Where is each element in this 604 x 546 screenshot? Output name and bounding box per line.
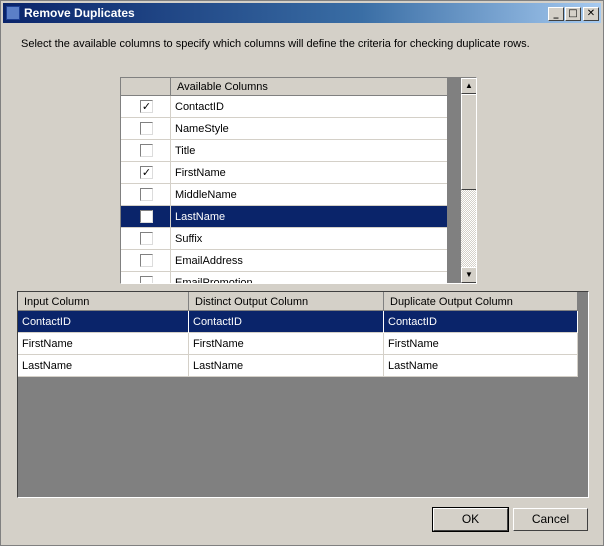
checkbox-cell bbox=[121, 184, 171, 205]
checkbox-cell bbox=[121, 118, 171, 139]
column-checkbox[interactable] bbox=[140, 188, 153, 201]
available-column-row[interactable]: Suffix bbox=[121, 228, 447, 250]
column-name: EmailAddress bbox=[175, 255, 243, 267]
column-checkbox[interactable]: ✓ bbox=[140, 100, 153, 113]
maximize-button[interactable]: □ bbox=[565, 7, 581, 21]
cell-text: FirstName bbox=[193, 338, 244, 350]
distinct-output-cell[interactable]: LastName bbox=[189, 355, 384, 377]
column-name: Suffix bbox=[175, 233, 203, 245]
column-name: LastName bbox=[175, 211, 226, 223]
column-name: ContactID bbox=[175, 101, 224, 113]
header-input-column-label: Input Column bbox=[24, 296, 90, 308]
input-column-cell[interactable]: FirstName bbox=[18, 333, 189, 355]
cell-text: ContactID bbox=[388, 316, 437, 328]
close-button[interactable]: ✕ bbox=[583, 7, 599, 21]
checkbox-cell: ✓ bbox=[121, 206, 171, 227]
checkbox-cell: ✓ bbox=[121, 162, 171, 183]
minimize-button[interactable]: _ bbox=[548, 7, 564, 21]
column-checkbox[interactable] bbox=[140, 254, 153, 267]
available-column-row[interactable]: MiddleName bbox=[121, 184, 447, 206]
cell-text: LastName bbox=[388, 360, 439, 372]
column-name: MiddleName bbox=[175, 189, 237, 201]
app-icon bbox=[6, 6, 20, 20]
column-checkbox[interactable]: ✓ bbox=[140, 166, 153, 179]
cell-text: ContactID bbox=[193, 316, 242, 328]
available-columns-list: ✓ ContactID NameStyle Title ✓ FirstName Middle… bbox=[121, 96, 447, 284]
scroll-up-icon[interactable]: ▲ bbox=[461, 78, 476, 94]
column-checkbox[interactable] bbox=[140, 232, 153, 245]
available-column-row[interactable]: Title bbox=[121, 140, 447, 162]
available-column-row[interactable]: EmailAddress bbox=[121, 250, 447, 272]
column-checkbox[interactable] bbox=[140, 276, 153, 283]
column-checkbox[interactable]: ✓ bbox=[140, 210, 153, 223]
scroll-thumb[interactable] bbox=[461, 94, 476, 190]
scroll-down-icon[interactable]: ▼ bbox=[461, 267, 476, 283]
header-duplicate-output-column-label: Duplicate Output Column bbox=[390, 296, 513, 308]
duplicate-output-cell[interactable]: LastName bbox=[384, 355, 578, 377]
cell-text: LastName bbox=[22, 360, 73, 372]
output-columns-grid: Input Column Distinct Output Column Dupl… bbox=[17, 291, 589, 498]
available-column-row[interactable]: ✓ ContactID bbox=[121, 96, 447, 118]
checkbox-column-header bbox=[121, 78, 171, 96]
cell-text: FirstName bbox=[388, 338, 439, 350]
cancel-button[interactable]: Cancel bbox=[513, 508, 588, 531]
ok-button[interactable]: OK bbox=[432, 507, 509, 532]
instructions-text: Select the available columns to specify … bbox=[21, 38, 530, 50]
input-column-cell[interactable]: ContactID bbox=[18, 311, 189, 333]
column-name: NameStyle bbox=[175, 123, 229, 135]
header-distinct-output-column[interactable]: Distinct Output Column bbox=[189, 292, 384, 311]
available-column-row[interactable]: NameStyle bbox=[121, 118, 447, 140]
column-name: Title bbox=[175, 145, 196, 157]
header-distinct-output-column-label: Distinct Output Column bbox=[195, 296, 309, 308]
available-column-row[interactable]: ✓ FirstName bbox=[121, 162, 447, 184]
header-input-column[interactable]: Input Column bbox=[18, 292, 189, 311]
window-title: Remove Duplicates bbox=[24, 6, 135, 20]
column-checkbox[interactable] bbox=[140, 144, 153, 157]
column-name: FirstName bbox=[175, 167, 226, 179]
grid-empty-area bbox=[447, 78, 461, 283]
available-columns-grid: Available Columns ✓ ContactID NameStyle Tit… bbox=[120, 77, 477, 284]
available-column-row[interactable]: EmailPromotion bbox=[121, 272, 447, 284]
output-grid-row[interactable]: LastName LastName LastName bbox=[18, 355, 578, 377]
cell-text: ContactID bbox=[22, 316, 71, 328]
available-columns-header-label: Available Columns bbox=[177, 81, 268, 93]
output-grid-header: Input Column Distinct Output Column Dupl… bbox=[18, 292, 578, 311]
cell-text: LastName bbox=[193, 360, 244, 372]
output-grid-row[interactable]: FirstName FirstName FirstName bbox=[18, 333, 578, 355]
header-duplicate-output-column[interactable]: Duplicate Output Column bbox=[384, 292, 578, 311]
checkbox-cell bbox=[121, 228, 171, 249]
column-checkbox[interactable] bbox=[140, 122, 153, 135]
checkbox-cell bbox=[121, 250, 171, 271]
cell-text: FirstName bbox=[22, 338, 73, 350]
duplicate-output-cell[interactable]: FirstName bbox=[384, 333, 578, 355]
column-name: EmailPromotion bbox=[175, 277, 253, 284]
output-grid-rows: ContactID ContactID ContactID FirstName Firs… bbox=[18, 311, 578, 377]
available-columns-header: Available Columns bbox=[121, 78, 461, 96]
checkbox-cell bbox=[121, 140, 171, 161]
distinct-output-cell[interactable]: ContactID bbox=[189, 311, 384, 333]
checkbox-cell bbox=[121, 272, 171, 283]
vertical-scrollbar[interactable]: ▲ ▼ bbox=[461, 78, 476, 283]
duplicate-output-cell[interactable]: ContactID bbox=[384, 311, 578, 333]
remove-duplicates-dialog: Remove Duplicates _ □ ✕ Select the avail… bbox=[0, 0, 604, 546]
input-column-cell[interactable]: LastName bbox=[18, 355, 189, 377]
distinct-output-cell[interactable]: FirstName bbox=[189, 333, 384, 355]
output-grid-row[interactable]: ContactID ContactID ContactID bbox=[18, 311, 578, 333]
checkbox-cell: ✓ bbox=[121, 96, 171, 117]
title-bar[interactable]: Remove Duplicates _ □ ✕ bbox=[3, 3, 601, 23]
available-column-row[interactable]: ✓ LastName bbox=[121, 206, 447, 228]
